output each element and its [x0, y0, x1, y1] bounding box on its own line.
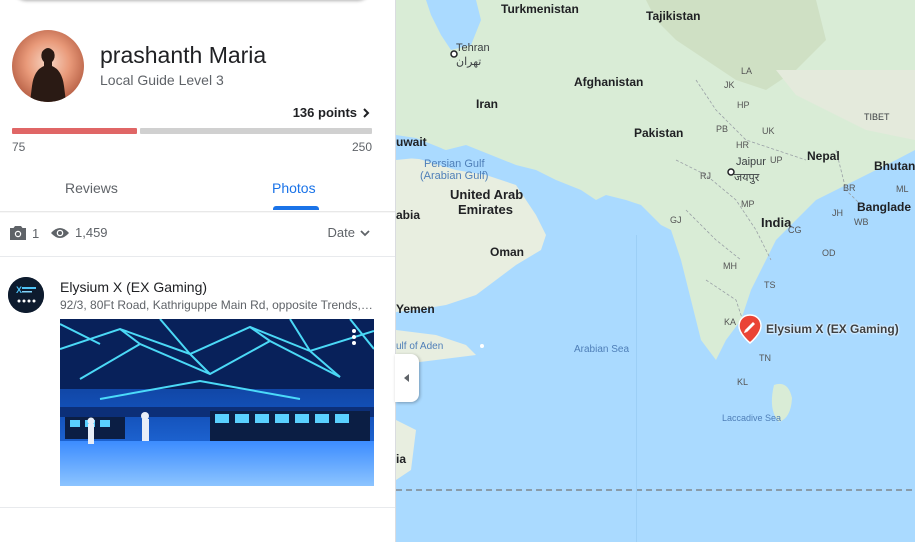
map-label-tn: TN	[759, 353, 771, 363]
map-label-tehran: Tehran	[456, 42, 490, 54]
contributor-panel: prashanth Maria Local Guide Level 3 136 …	[0, 0, 396, 542]
map-label-yemen: Yemen	[396, 302, 435, 316]
map-label-ia: ia	[396, 452, 407, 466]
map-label-hr: HR	[736, 140, 749, 150]
map-label-kl: KL	[737, 377, 749, 387]
sort-dropdown[interactable]: Date	[328, 225, 371, 240]
map-label-uk: UK	[762, 126, 775, 136]
map-label-mh: MH	[723, 261, 737, 271]
place-marker[interactable]	[738, 314, 762, 349]
place-address: 92/3, 80Ft Road, Kathriguppe Main Rd, op…	[60, 298, 376, 312]
progress-max-label: 250	[351, 140, 372, 154]
chevron-right-icon	[363, 107, 370, 118]
map-label-uae-1: United Arab	[450, 187, 524, 202]
level-progress-bar	[12, 128, 372, 134]
map-label-afghanistan: Afghanistan	[574, 75, 644, 89]
map-label-persian-gulf: Persian Gulf	[424, 158, 485, 170]
map-label-ka: KA	[724, 317, 737, 327]
map-label-turkmenistan: Turkmenistan	[501, 2, 579, 16]
active-tab-indicator	[273, 206, 319, 210]
map-pin-icon	[738, 314, 762, 344]
map-label-arabian-sea: Arabian Sea	[574, 344, 630, 355]
place-title[interactable]: Elysium X (EX Gaming)	[60, 279, 207, 295]
map-label-pb: PB	[716, 124, 729, 134]
caret-left-icon	[404, 374, 409, 382]
map-label-tajikistan: Tajikistan	[646, 9, 701, 23]
place-photo[interactable]	[60, 319, 374, 486]
map-label-hp: HP	[737, 100, 750, 110]
progress-remaining	[140, 128, 372, 134]
map-label-gulf-aden: ulf of Aden	[396, 341, 444, 352]
map-label-la: LA	[741, 66, 753, 76]
profile-avatar[interactable]	[12, 30, 84, 102]
map-label-tehran-fa: تهران	[456, 56, 482, 68]
map-label-rj: RJ	[700, 171, 711, 181]
photo-list-item: X Elysium X (EX Gaming) 92/3, 80Ft Road,…	[0, 257, 395, 508]
map-label-arabia: abia	[396, 208, 421, 222]
collapse-panel-button[interactable]	[395, 354, 419, 402]
city-dot-icon	[450, 50, 458, 58]
city-dot-icon	[727, 168, 735, 176]
contribution-tabs: Reviews Photos	[0, 170, 395, 212]
map-label-cg: CG	[788, 225, 802, 235]
map-label-kuwait: uwait	[396, 135, 427, 149]
view-count: 1,459	[50, 225, 108, 240]
place-marker-label[interactable]: Elysium X (EX Gaming)	[766, 322, 899, 336]
chevron-down-icon	[360, 229, 370, 236]
progress-min-label: 75	[12, 140, 26, 154]
map-label-jaipur-hi: जयपुर	[734, 172, 760, 184]
local-guide-level: Local Guide Level 3	[100, 72, 224, 88]
map-label-mp: MP	[741, 199, 755, 209]
tab-reviews[interactable]: Reviews	[65, 180, 118, 196]
map-label-pakistan: Pakistan	[634, 126, 684, 140]
map-label-iran: Iran	[476, 97, 499, 111]
map-label-jh: JH	[832, 208, 843, 218]
map-label-laccadive-sea: Laccadive Sea	[722, 413, 782, 423]
map-label-od: OD	[822, 248, 836, 258]
map-label-jk: JK	[724, 80, 735, 90]
map-label-wb: WB	[854, 217, 869, 227]
more-options-icon[interactable]	[346, 327, 362, 347]
photo-stats-bar: 1 1,459 Date	[0, 213, 395, 257]
map-label-bangladesh: Banglade	[857, 200, 912, 214]
map-label-uae-2: Emirates	[458, 202, 513, 217]
tab-photos[interactable]: Photos	[272, 180, 316, 196]
map-label-bhutan: Bhutan	[874, 159, 915, 173]
map-canvas[interactable]: Turkmenistan Tajikistan Tehran تهران Afg…	[396, 0, 915, 542]
place-avatar[interactable]: X	[8, 277, 44, 313]
map-label-arabian-gulf: (Arabian Gulf)	[420, 170, 489, 182]
map-label-india: India	[761, 215, 792, 230]
photo-count-value: 1	[32, 225, 40, 241]
points-label: 136 points	[292, 105, 357, 120]
svg-text:X: X	[16, 285, 22, 295]
map-label-br: BR	[843, 183, 856, 193]
map-label-ts: TS	[764, 280, 776, 290]
map-label-ml: ML	[896, 184, 909, 194]
map-label-up: UP	[770, 155, 783, 165]
camera-icon	[10, 226, 26, 240]
map-terrain	[396, 0, 915, 542]
profile-name: prashanth Maria	[100, 42, 267, 68]
eye-icon	[51, 227, 69, 238]
map-label-oman: Oman	[490, 245, 525, 259]
map-label-nepal: Nepal	[807, 149, 840, 163]
photo-count: 1	[9, 225, 39, 241]
sort-label: Date	[327, 225, 355, 240]
map-label-gj: GJ	[670, 215, 682, 225]
progress-fill	[12, 128, 137, 134]
map-label-tibet: TIBET	[864, 112, 890, 122]
points-link[interactable]: 136 points	[293, 105, 371, 120]
map-label-jaipur: Jaipur	[736, 156, 766, 168]
view-count-value: 1,459	[75, 225, 108, 240]
